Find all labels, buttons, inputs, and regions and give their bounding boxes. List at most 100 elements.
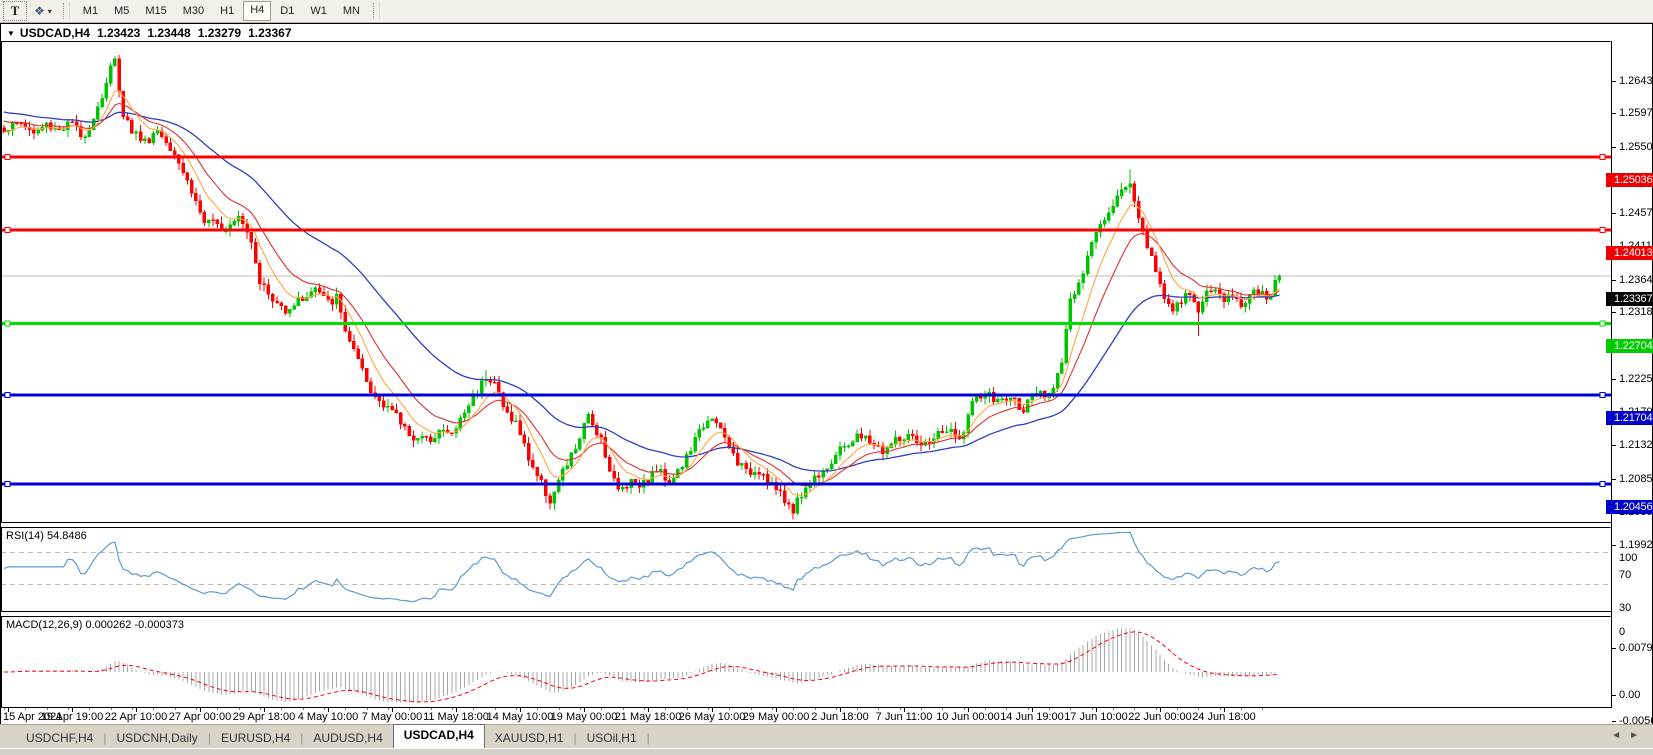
time-axis[interactable]: 15 Apr 202119 Apr 19:0022 Apr 10:0027 Ap… (1, 708, 1611, 724)
price-tick-label: 1.20850 (1619, 473, 1653, 485)
timeframe-button-m15[interactable]: M15 (138, 2, 173, 20)
time-axis-label: 29 Apr 18:00 (233, 711, 295, 723)
text-tool-button[interactable]: T (3, 1, 27, 21)
ohlc-high: 1.23448 (147, 26, 190, 40)
time-tick-minor (964, 708, 965, 710)
ohlc-close: 1.23367 (248, 26, 291, 40)
time-axis-label: 14 Jun 19:00 (1000, 711, 1064, 723)
time-tick-minor (1156, 708, 1157, 710)
rsi-panel[interactable] (1, 527, 1611, 612)
price-chart[interactable] (1, 41, 1611, 523)
time-tick-minor (367, 708, 368, 710)
price-level-label: 1.20456 (1606, 500, 1653, 514)
tab-audusd-h4[interactable]: AUDUSD,H4 (303, 727, 392, 749)
toolbar-grip[interactable] (63, 3, 70, 19)
price-tick-mark (1612, 479, 1616, 480)
time-axis-label: 24 Jun 18:00 (1192, 711, 1256, 723)
timeframe-button-m1[interactable]: M1 (76, 2, 105, 20)
chart-header: ▼ USDCAD,H4 1.23423 1.23448 1.23279 1.23… (1, 25, 1652, 41)
time-tick-minor (452, 708, 453, 710)
macd-tick-mark (1612, 721, 1616, 722)
timeframe-button-h1[interactable]: H1 (213, 2, 241, 20)
objects-button[interactable]: ❖ ▾ (29, 2, 57, 20)
macd-label: MACD(12,26,9) 0.000262 -0.000373 (6, 619, 184, 631)
time-tick-minor (1262, 708, 1263, 710)
price-tick-mark (1612, 213, 1616, 214)
time-tick-minor (388, 708, 389, 710)
timeframe-button-m5[interactable]: M5 (107, 2, 136, 20)
time-tick-minor (409, 708, 410, 710)
time-tick-minor (431, 708, 432, 710)
price-level-label: 1.24013 (1606, 246, 1653, 260)
time-axis-label: 7 May 00:00 (362, 711, 423, 723)
price-tick-label: 1.19920 (1619, 539, 1653, 551)
time-axis-label: 10 Jun 00:00 (936, 711, 1000, 723)
time-tick-minor (345, 708, 346, 710)
time-tick-minor (1198, 708, 1199, 710)
time-tick-minor (942, 708, 943, 710)
status-bar (0, 748, 1653, 755)
time-tick-minor (473, 708, 474, 710)
time-tick-minor (68, 708, 69, 710)
time-tick-minor (1113, 708, 1114, 710)
price-tick-mark (1612, 312, 1616, 313)
time-tick-minor (495, 708, 496, 710)
tab-xauusd-h1[interactable]: XAUUSD,H1 (485, 727, 574, 749)
symbol-label: USDCAD,H4 (20, 26, 90, 40)
time-tick-minor (239, 708, 240, 710)
time-tick-minor (687, 708, 688, 710)
time-tick-minor (47, 708, 48, 710)
time-tick-minor (644, 708, 645, 710)
time-tick-minor (580, 708, 581, 710)
timeframe-button-m30[interactable]: M30 (176, 2, 211, 20)
time-tick-minor (665, 708, 666, 710)
collapse-triangle-icon[interactable]: ▼ (7, 29, 15, 38)
time-tick-minor (601, 708, 602, 710)
time-tick-minor (324, 708, 325, 710)
time-tick-minor (623, 708, 624, 710)
time-tick-minor (729, 708, 730, 710)
objects-icon: ❖ (34, 4, 45, 18)
time-tick-minor (1241, 708, 1242, 710)
timeframe-button-d1[interactable]: D1 (273, 2, 301, 20)
timeframe-button-w1[interactable]: W1 (303, 2, 334, 20)
price-tick-label: 1.21320 (1619, 439, 1653, 451)
time-axis-label: 27 Apr 00:00 (169, 711, 231, 723)
macd-axis-label: 0.007959 (1619, 642, 1653, 654)
price-tick-mark (1612, 379, 1616, 380)
ohlc-open: 1.23423 (97, 26, 140, 40)
tab-usdchf-h4[interactable]: USDCHF,H4 (16, 727, 103, 749)
time-axis-label: 11 May 18:00 (423, 711, 489, 723)
time-axis-label: 21 May 18:00 (615, 711, 682, 723)
toolbar-grip[interactable] (373, 3, 380, 19)
time-tick-minor (537, 708, 538, 710)
tab-usdcad-h4[interactable]: USDCAD,H4 (393, 724, 485, 749)
tab-scroll-right-icon[interactable]: ► (1629, 730, 1647, 741)
tab-usdcnh-daily[interactable]: USDCNH,Daily (106, 727, 207, 749)
ohlc-low: 1.23279 (198, 26, 241, 40)
timeframe-button-h4[interactable]: H4 (243, 1, 271, 21)
tab-usoil-h1[interactable]: USOil,H1 (577, 727, 647, 749)
time-tick-minor (815, 708, 816, 710)
time-tick-minor (985, 708, 986, 710)
time-tick-minor (559, 708, 560, 710)
price-tick-mark (1612, 445, 1616, 446)
time-tick-minor (516, 708, 517, 710)
time-tick-minor (772, 708, 773, 710)
tab-eurusd-h4[interactable]: EURUSD,H4 (211, 727, 300, 749)
price-tick-label: 1.25500 (1619, 141, 1653, 153)
price-tick-label: 1.23180 (1619, 306, 1653, 318)
time-tick-minor (196, 708, 197, 710)
time-axis-label: 29 May 00:00 (743, 711, 810, 723)
timeframe-button-mn[interactable]: MN (336, 2, 367, 20)
price-level-label: 1.21704 (1606, 411, 1653, 425)
time-axis-label: 19 Apr 19:00 (41, 711, 103, 723)
time-tick-minor (1070, 708, 1071, 710)
macd-panel[interactable] (1, 616, 1611, 708)
price-tick-mark (1612, 280, 1616, 281)
time-axis-label: 17 Jun 10:00 (1064, 711, 1128, 723)
tab-scroll-left-icon[interactable]: ◄ (1611, 730, 1629, 741)
time-tick-minor (4, 708, 5, 710)
price-tick-label: 1.23640 (1619, 274, 1653, 286)
price-tick-mark (1612, 545, 1616, 546)
